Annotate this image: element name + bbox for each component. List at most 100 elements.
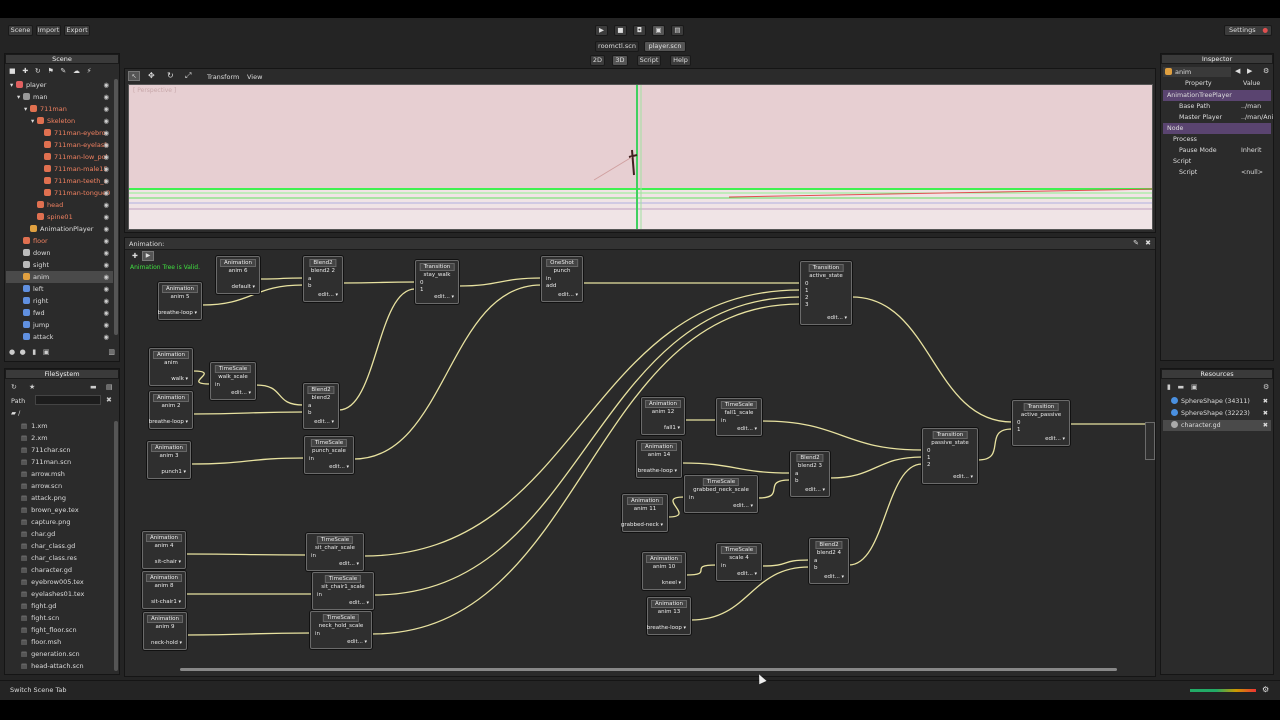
- resource-item[interactable]: SphereShape (34311) ✖: [1163, 396, 1271, 407]
- import-menu[interactable]: Import: [36, 25, 61, 36]
- visibility-eye-icon[interactable]: ◉: [103, 175, 109, 187]
- property-value[interactable]: <null>: [1241, 167, 1263, 178]
- folder-icon[interactable]: ▬: [90, 383, 97, 391]
- input-port[interactable]: 1: [927, 455, 931, 461]
- play-scene-button[interactable]: ▣: [652, 25, 665, 36]
- input-port[interactable]: in: [317, 592, 322, 598]
- node-dropdown[interactable]: edit...: [314, 419, 334, 425]
- file-item[interactable]: ▤ char.gd: [21, 528, 55, 540]
- visibility-eye-icon[interactable]: ◉: [103, 295, 109, 307]
- inspector-node-selector[interactable]: anim: [1163, 67, 1231, 77]
- input-port[interactable]: in: [721, 563, 726, 569]
- refresh-icon[interactable]: ↻: [11, 383, 17, 391]
- scene-item[interactable]: ▾ Skeleton ◉: [6, 115, 113, 127]
- node-dropdown[interactable]: sit-chair: [155, 559, 181, 565]
- play-button[interactable]: ▶: [595, 25, 608, 36]
- graph-node[interactable]: Animation anim 4 sit-chair: [142, 531, 186, 569]
- graph-node[interactable]: Transition passive_state 0 1 2 edit...: [922, 428, 978, 484]
- file-item[interactable]: ▤ eyebrow005.tex: [21, 576, 84, 588]
- favorite-icon[interactable]: ★: [29, 383, 35, 391]
- file-item[interactable]: ▤ brown_eye.tex: [21, 504, 79, 516]
- new-resource-icon[interactable]: ▮: [1167, 383, 1171, 391]
- node-dropdown[interactable]: edit...: [329, 464, 349, 470]
- replace-icon[interactable]: ↻: [35, 67, 41, 75]
- scene-item[interactable]: ▾ 711man ◉: [6, 103, 113, 115]
- scene-item[interactable]: anim ◉: [6, 271, 113, 283]
- select-tool-icon[interactable]: ↖: [128, 71, 140, 81]
- input-port[interactable]: 0: [927, 448, 931, 454]
- input-port[interactable]: b: [308, 283, 312, 289]
- graph-node[interactable]: Blend2 blend2 4 a b edit...: [809, 538, 849, 584]
- input-port[interactable]: in: [309, 456, 314, 462]
- node-dropdown[interactable]: breathe-loop: [158, 310, 197, 316]
- scene-scrollbar[interactable]: [114, 79, 118, 335]
- node-dropdown[interactable]: edit...: [231, 390, 251, 396]
- reparent-icon[interactable]: ▣: [43, 348, 50, 356]
- file-item[interactable]: ▤ capture.png: [21, 516, 70, 528]
- scene-item[interactable]: head ◉: [6, 199, 113, 211]
- graph-node[interactable]: Animation anim 2 breathe-loop: [149, 391, 193, 429]
- node-dropdown[interactable]: edit...: [558, 292, 578, 298]
- visibility-eye-icon[interactable]: ◉: [103, 103, 109, 115]
- input-port[interactable]: 2: [805, 295, 809, 301]
- file-item[interactable]: ▤ 711man.scn: [21, 456, 71, 468]
- input-port[interactable]: b: [308, 410, 312, 416]
- scene-item[interactable]: ▾ player ◉: [6, 79, 113, 91]
- scene-item[interactable]: spine01 ◉: [6, 211, 113, 223]
- input-port[interactable]: a: [308, 276, 311, 282]
- input-port[interactable]: a: [308, 403, 311, 409]
- property-value[interactable]: ../man: [1241, 101, 1261, 112]
- node-dropdown[interactable]: fall1: [664, 425, 680, 431]
- node-dropdown[interactable]: edit...: [733, 503, 753, 509]
- close-path-icon[interactable]: ✖: [106, 396, 112, 404]
- visibility-eye-icon[interactable]: ◉: [103, 79, 109, 91]
- input-port[interactable]: 3: [805, 302, 809, 308]
- file-item[interactable]: ▤ char_class.res: [21, 552, 77, 564]
- node-dropdown[interactable]: breathe-loop: [149, 419, 188, 425]
- node-dropdown[interactable]: walk: [171, 376, 188, 382]
- file-item[interactable]: ▤ head-attach.scn: [21, 660, 84, 672]
- export-menu[interactable]: Export: [64, 25, 90, 36]
- visibility-eye-icon[interactable]: ◉: [103, 163, 109, 175]
- property-row[interactable]: Node: [1163, 123, 1271, 134]
- visibility-eye-icon[interactable]: ◉: [103, 211, 109, 223]
- node-dropdown[interactable]: edit...: [347, 639, 367, 645]
- new-node-icon[interactable]: ■: [9, 67, 16, 75]
- graph-node[interactable]: Animation anim 3 punch1: [147, 441, 191, 479]
- graph-node[interactable]: TimeScale sit_chair1_scale in edit...: [312, 572, 374, 610]
- file-item[interactable]: ▤ eyelashes01.tex: [21, 588, 84, 600]
- node-dropdown[interactable]: edit...: [805, 487, 825, 493]
- visibility-eye-icon[interactable]: ◉: [103, 271, 109, 283]
- node-dropdown[interactable]: edit...: [953, 474, 973, 480]
- input-port[interactable]: 1: [1017, 427, 1021, 433]
- visibility-eye-icon[interactable]: ◉: [103, 187, 109, 199]
- add-icon[interactable]: ✚: [22, 67, 28, 75]
- visibility-eye-icon[interactable]: ◉: [103, 151, 109, 163]
- visibility-eye-icon[interactable]: ◉: [103, 235, 109, 247]
- property-row[interactable]: Master Player ../man/Ani: [1163, 112, 1273, 123]
- connect-icon[interactable]: ⚡: [87, 67, 92, 75]
- transform-menu[interactable]: Transform: [207, 73, 239, 81]
- scene-item[interactable]: left ◉: [6, 283, 113, 295]
- delete-icon[interactable]: ▥: [108, 348, 115, 356]
- visibility-eye-icon[interactable]: ◉: [103, 127, 109, 139]
- file-item[interactable]: ▤ fight_floor.scn: [21, 624, 77, 636]
- scale-tool-icon[interactable]: ⤢: [185, 71, 191, 81]
- output-node-partial[interactable]: [1145, 422, 1155, 460]
- visibility-eye-icon[interactable]: ◉: [103, 307, 109, 319]
- property-row[interactable]: Pause Mode Inherit: [1163, 145, 1271, 156]
- file-item[interactable]: ▤ attack.png: [21, 492, 66, 504]
- node-dropdown[interactable]: edit...: [1045, 436, 1065, 442]
- input-port[interactable]: 2: [927, 462, 931, 468]
- root-folder[interactable]: ▰ /: [11, 409, 20, 417]
- graph-node[interactable]: Transition active_state 0 1 2 3 edit...: [800, 261, 852, 325]
- instance-icon[interactable]: ⚑: [47, 67, 53, 75]
- graph-node[interactable]: Animation anim 6 default: [216, 256, 260, 294]
- graph-node[interactable]: TimeScale punch_scale in edit...: [304, 436, 354, 474]
- scene-item[interactable]: jump ◉: [6, 319, 113, 331]
- rotate-tool-icon[interactable]: ↻: [167, 71, 174, 80]
- remove-resource-icon[interactable]: ✖: [1263, 396, 1268, 407]
- mode-2d[interactable]: 2D: [590, 55, 605, 66]
- input-port[interactable]: in: [315, 631, 320, 637]
- mode-help[interactable]: Help: [670, 55, 691, 66]
